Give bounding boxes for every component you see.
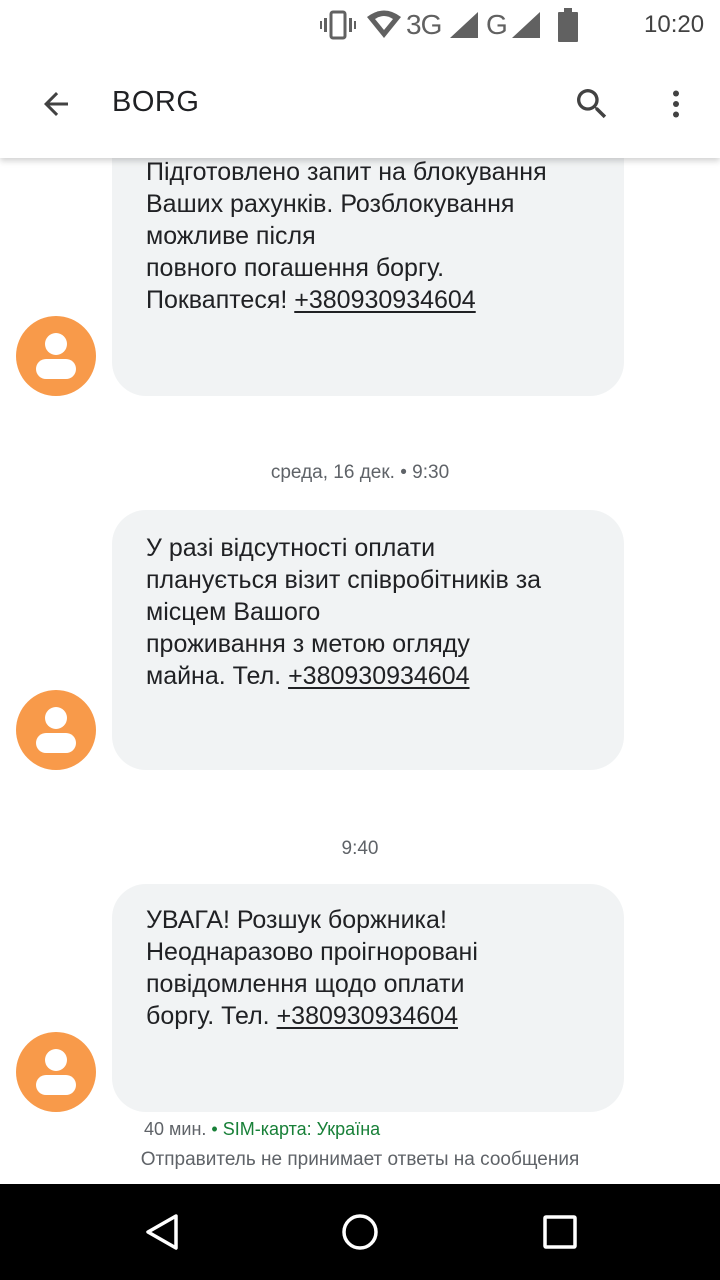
message-bubble[interactable]: У разі відсутності оплати планується віз… [112,510,624,770]
search-button[interactable] [566,78,618,130]
phone-link[interactable]: +380930934604 [277,1002,458,1030]
network-type-3g: 3G [406,9,442,40]
message-list[interactable]: Підготовлено запит на блокування Ваших р… [0,0,720,1184]
navigation-bar [0,1184,720,1280]
nav-back-button[interactable] [136,1206,188,1258]
noreply-notice: Отправитель не принимает ответы на сообщ… [140,1149,580,1170]
sender-avatar[interactable] [16,690,96,770]
phone-link[interactable]: +380930934604 [294,286,475,314]
nav-home-button[interactable] [334,1206,386,1258]
phone-link[interactable]: +380930934604 [288,662,469,690]
message-text: УВАГА! Розшук боржника! Неоднаразово про… [146,906,478,1030]
message-text: У разі відсутності оплати планується віз… [146,534,542,690]
status-bar: 3G G 10:20 [0,0,720,50]
message-bubble[interactable]: Підготовлено запит на блокування Ваших р… [112,120,624,396]
network-type-g: G [486,9,508,40]
more-vert-icon [673,90,679,118]
message-age: 40 мин. [144,1119,207,1139]
back-button[interactable] [30,78,82,130]
sender-avatar[interactable] [16,316,96,396]
message-bubble[interactable]: УВАГА! Розшук боржника! Неоднаразово про… [112,884,624,1112]
nav-home-icon [342,1214,378,1250]
sim-label: SIM-карта: Україна [222,1119,381,1139]
vibrate-icon [320,10,356,40]
person-icon [45,333,67,355]
conversation-title: BORG [112,86,200,118]
date-separator: 9:40 [341,838,379,859]
person-icon [45,707,67,729]
message-status: 40 мин. • SIM-карта: Україна [144,1119,381,1139]
date-separator: среда, 16 дек. • 9:30 [270,462,450,483]
message-text: Підготовлено запит на блокування Ваших р… [146,158,547,314]
more-options-button[interactable] [650,78,702,130]
back-arrow-icon [44,92,68,116]
sender-avatar[interactable] [16,1032,96,1112]
signal-icon [512,12,540,38]
battery-icon [558,8,578,42]
nav-back-icon [146,1214,178,1250]
wifi-icon [367,10,401,38]
search-icon [577,89,607,119]
person-icon [45,1049,67,1071]
app-bar: BORG [0,50,720,158]
signal-icon [450,12,478,38]
clock: 10:20 [644,11,705,38]
nav-recents-button[interactable] [534,1206,586,1258]
nav-recents-icon [543,1215,577,1249]
